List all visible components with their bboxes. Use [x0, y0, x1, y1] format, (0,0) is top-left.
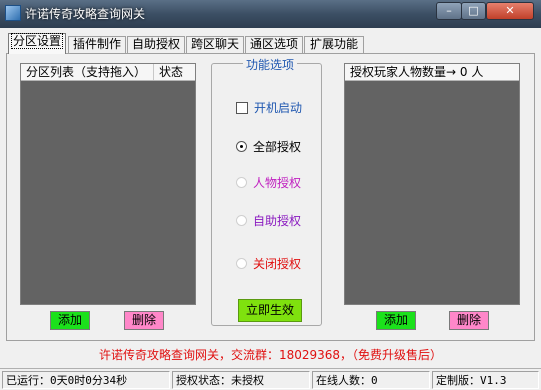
tab-cross-chat[interactable]: 跨区聊天: [186, 36, 244, 53]
radio-dot[interactable]: [236, 215, 247, 226]
tab-plugin-making[interactable]: 插件制作: [68, 36, 126, 53]
status-auth-state: 授权状态：未授权: [172, 371, 310, 389]
tab-all-zone-options[interactable]: 通区选项: [245, 36, 303, 53]
radio-self-auth-label: 自助授权: [253, 214, 302, 228]
zone-delete-button[interactable]: 删除: [124, 311, 164, 330]
status-bar: 已运行：0天0时0分34秒 授权状态：未授权 在线人数：0 定制版：V1.3: [0, 368, 541, 390]
auth-list-header: 授权玩家人物数量→ 0 人: [345, 64, 519, 81]
notice-text: 许诺传奇攻略查询网关，交流群：18029368，（免费升级售后）: [98, 348, 443, 362]
status-online-count: 在线人数：0: [312, 371, 430, 389]
radio-character-auth[interactable]: 人物授权: [236, 176, 301, 192]
auth-list-col-title[interactable]: 授权玩家人物数量→ 0 人: [345, 64, 521, 80]
apply-now-button[interactable]: 立即生效: [238, 299, 302, 322]
radio-all-auth-label: 全部授权: [253, 140, 302, 154]
radio-all-auth[interactable]: 全部授权: [236, 140, 301, 156]
autostart-checkbox[interactable]: 开机启动: [236, 101, 302, 117]
auth-delete-button[interactable]: 删除: [449, 311, 489, 330]
tab-zone-settings[interactable]: 分区设置: [8, 33, 66, 54]
checkbox-box[interactable]: [236, 102, 248, 114]
radio-close-auth-label: 关闭授权: [253, 257, 302, 271]
app-icon: [5, 5, 21, 21]
radio-dot[interactable]: [236, 141, 247, 152]
autostart-label: 开机启动: [254, 101, 303, 115]
maximize-button[interactable]: □: [461, 2, 486, 20]
tab-self-auth[interactable]: 自助授权: [127, 36, 185, 53]
auth-list[interactable]: 授权玩家人物数量→ 0 人: [344, 63, 520, 305]
radio-dot[interactable]: [236, 258, 247, 269]
auth-add-button[interactable]: 添加: [376, 311, 416, 330]
minimize-button[interactable]: –: [436, 2, 462, 20]
zone-list-col-name[interactable]: 分区列表（支持拖入）: [21, 64, 153, 80]
zone-add-button[interactable]: 添加: [50, 311, 90, 330]
zone-list-header: 分区列表（支持拖入） 状态: [21, 64, 195, 81]
window-title: 许诺传奇攻略查询网关: [25, 7, 146, 21]
radio-character-auth-label: 人物授权: [253, 176, 302, 190]
close-button[interactable]: ✕: [486, 2, 534, 20]
status-edition: 定制版：V1.3: [432, 371, 539, 389]
status-running-time: 已运行：0天0时0分34秒: [2, 371, 170, 389]
zone-list-col-status[interactable]: 状态: [153, 64, 197, 80]
radio-self-auth[interactable]: 自助授权: [236, 214, 301, 230]
tab-extensions[interactable]: 扩展功能: [304, 36, 364, 53]
radio-dot[interactable]: [236, 177, 247, 188]
radio-close-auth[interactable]: 关闭授权: [236, 257, 301, 273]
title-bar: 许诺传奇攻略查询网关 – □ ✕: [0, 0, 541, 28]
options-group-title: 功能选项: [243, 56, 298, 73]
zone-list[interactable]: 分区列表（支持拖入） 状态: [20, 63, 196, 305]
